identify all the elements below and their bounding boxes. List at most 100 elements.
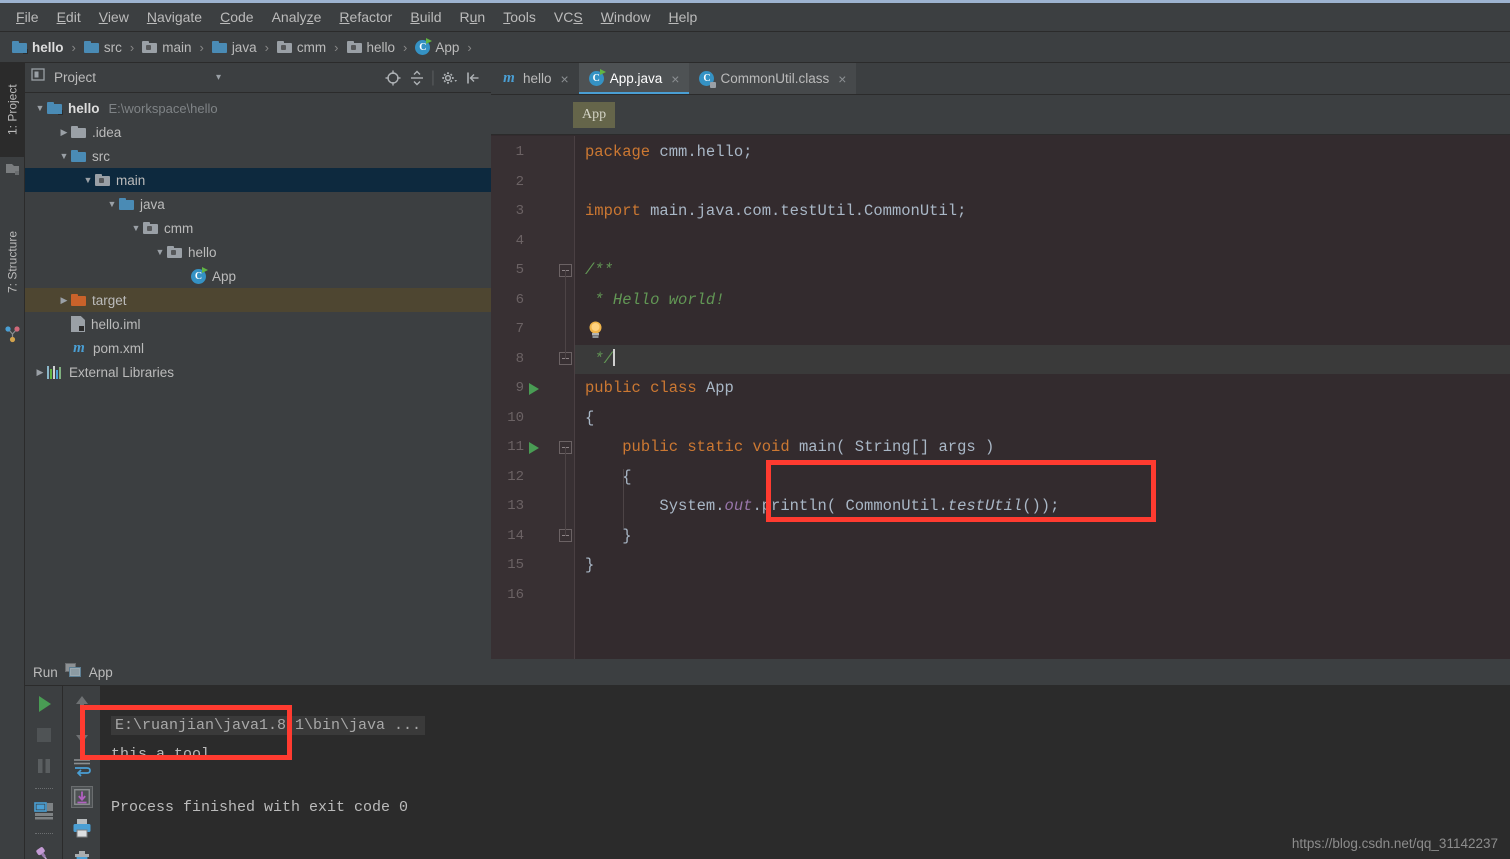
code-line-12[interactable]: { [575,463,1510,493]
menu-item-window[interactable]: Window [592,7,660,27]
soft-wrap-button[interactable] [71,755,93,777]
tree-node-hello[interactable]: ▼ hello [25,240,491,264]
tree-node-hello[interactable]: ▼ hello E:\workspace\hello [25,96,491,120]
code-token: main.java.com.testUtil.CommonUtil; [640,202,967,220]
tree-expand-arrow[interactable]: ▶ [57,127,71,138]
tree-node-hello-iml[interactable]: hello.iml [25,312,491,336]
menu-item-view[interactable]: View [90,7,138,27]
code-line-7[interactable] [575,315,1510,345]
tree-expand-arrow[interactable]: ▼ [105,199,119,209]
run-console[interactable]: https://blog.csdn.net/qq_31142237 E:\rua… [101,686,1510,859]
tree-node--idea[interactable]: ▶ .idea [25,120,491,144]
tree-node-cmm[interactable]: ▼ cmm [25,216,491,240]
tree-node-target[interactable]: ▶ target [25,288,491,312]
code-line-15[interactable]: } [575,551,1510,581]
menu-item-tools[interactable]: Tools [494,7,545,27]
gutter-run-icon[interactable] [529,382,539,395]
chevron-down-icon[interactable]: ▾ [216,72,221,83]
code-line-11[interactable]: public static void main( String[] args ) [575,433,1510,463]
code-line-10[interactable]: { [575,404,1510,434]
print-button[interactable] [71,817,93,839]
menu-item-navigate[interactable]: Navigate [138,7,211,27]
code-line-1[interactable]: package cmm.hello; [575,138,1510,168]
collapse-all-icon[interactable] [408,69,426,87]
module-folder-icon [12,41,28,54]
stop-button[interactable] [33,724,55,746]
menu-item-code[interactable]: Code [211,7,262,27]
close-icon[interactable]: × [838,71,846,87]
menu-item-file[interactable]: File [7,7,48,27]
menu-item-edit[interactable]: Edit [48,7,90,27]
close-icon[interactable]: × [561,71,569,87]
layout-button[interactable] [33,800,55,822]
scroll-to-end-button[interactable] [70,786,93,808]
rerun-button[interactable] [33,693,55,715]
breadcrumb-item-app-6[interactable]: C App [411,37,463,57]
sidebar-item-project[interactable]: 1: Project [0,63,25,157]
pin-button[interactable] [33,845,55,859]
breadcrumb-item-src-1[interactable]: src [80,38,126,57]
editor-tab-app-java[interactable]: C App.java × [578,63,690,94]
trash-icon[interactable] [71,848,93,859]
code-line-2[interactable] [575,168,1510,198]
editor-tab-commonutil-class[interactable]: C CommonUtil.class × [689,63,857,94]
tree-node-pom-xml[interactable]: m pom.xml [25,336,491,360]
breadcrumb-chip-class[interactable]: App [573,101,616,128]
locate-icon[interactable] [384,69,402,87]
code-line-5[interactable]: /** [575,256,1510,286]
sidebar-item-structure[interactable]: 7: Structure [0,203,25,321]
tree-node-java[interactable]: ▼ java [25,192,491,216]
menu-item-refactor[interactable]: Refactor [330,7,401,27]
tree-node-external-libraries[interactable]: ▶ External Libraries [25,360,491,384]
code-line-3[interactable]: import main.java.com.testUtil.CommonUtil… [575,197,1510,227]
breadcrumb-item-cmm-4[interactable]: cmm [273,38,330,57]
close-icon[interactable]: × [671,71,679,87]
code-line-9[interactable]: public class App [575,374,1510,404]
editor-tab-hello[interactable]: m hello × [491,63,579,94]
breadcrumb-item-hello-5[interactable]: hello [343,38,400,57]
gutter-line-number: 3 [515,203,524,219]
tree-expand-arrow[interactable]: ▼ [33,103,47,113]
code-line-14[interactable]: } [575,522,1510,552]
scroll-down-button[interactable] [71,724,93,746]
code-line-13[interactable]: System.out.println( CommonUtil.testUtil(… [575,492,1510,522]
hide-icon[interactable] [464,69,482,87]
intention-bulb-icon[interactable] [587,320,604,339]
code-line-6[interactable]: * Hello world! [575,286,1510,316]
indent-guide [623,468,624,528]
code-line-8[interactable]: */ [575,344,1510,374]
menu-bar: File Edit View Navigate Code Analyze Refactor B… [0,3,1510,32]
tree-node-src[interactable]: ▼ src [25,144,491,168]
pause-button[interactable] [33,755,55,777]
menu-item-help[interactable]: Help [660,7,707,27]
menu-item-build[interactable]: Build [401,7,450,27]
breadcrumb-item-hello-0[interactable]: hello [8,38,68,57]
gutter-run-icon[interactable] [529,441,539,454]
fold-region-line-2 [565,447,566,536]
breadcrumb-item-java-3[interactable]: java [208,38,261,57]
tree-expand-arrow[interactable]: ▼ [57,151,71,161]
tree-node-app[interactable]: C App [25,264,491,288]
breadcrumb-item-label: main [162,39,192,55]
code-editor[interactable]: 1 2 3 4 5 6 7 8 9 10 11 12 13 14 15 16 package cmm.hell… [491,136,1510,659]
tree-node-main[interactable]: ▼ main [25,168,491,192]
menu-item-run[interactable]: Run [451,7,495,27]
breadcrumb-item-main-2[interactable]: main [138,38,195,57]
tree-expand-arrow[interactable]: ▶ [33,367,47,378]
project-tree[interactable]: ▼ hello E:\workspace\hello ▶ .idea ▼ src ▼ main ▼… [25,94,491,659]
menu-item-vcs[interactable]: VCS [545,7,592,27]
tree-expand-arrow[interactable]: ▼ [129,223,143,233]
sidebar-item-variables[interactable]: es [0,853,25,859]
tree-expand-arrow[interactable]: ▶ [57,295,71,306]
code-line-16[interactable] [575,581,1510,611]
tree-node-label: hello [68,100,100,116]
editor-gutter[interactable]: 1 2 3 4 5 6 7 8 9 10 11 12 13 14 15 16 [491,136,575,659]
menu-item-analyze[interactable]: Analyze [263,7,331,27]
tree-expand-arrow[interactable]: ▼ [81,175,95,185]
gutter-line-number: 2 [515,173,524,190]
code-line-4[interactable] [575,227,1510,257]
code-lines[interactable]: package cmm.hello; import main.java.com.t… [565,136,1510,659]
tree-expand-arrow[interactable]: ▼ [153,247,167,257]
scroll-up-button[interactable] [71,693,93,715]
gear-icon[interactable] [440,69,458,87]
